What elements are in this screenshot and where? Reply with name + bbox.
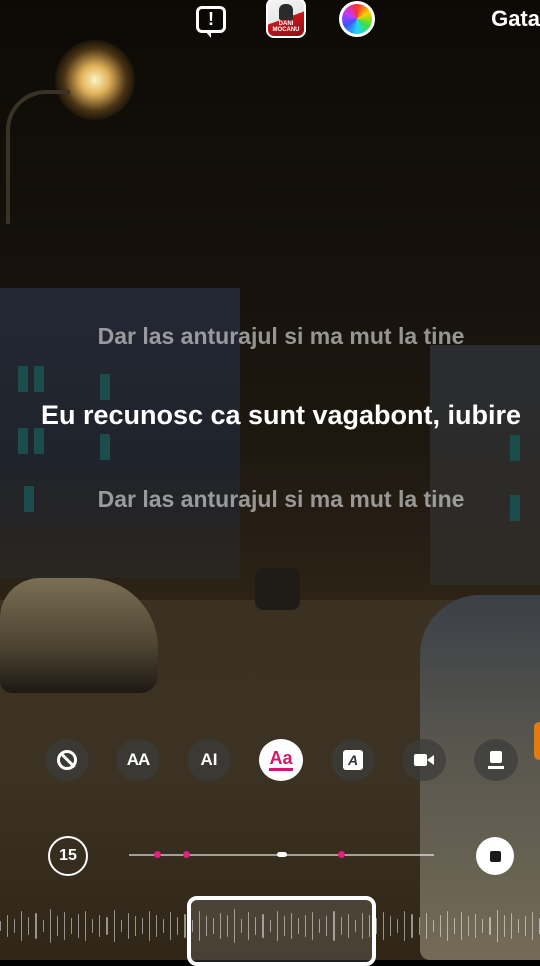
waveform-bar [404,911,406,941]
waveform-bar [49,909,51,943]
waveform-bar [120,920,122,932]
waveform-bar [446,911,448,941]
waveform-bar [63,912,65,940]
waveform-bar [517,919,519,933]
camera-icon [414,754,434,766]
waveform-bar [418,917,420,935]
right-building [430,345,540,585]
style-camera-button[interactable] [402,739,446,781]
waveform-bar [35,913,37,939]
done-button[interactable]: Gata [491,6,540,32]
waveform-bar [28,917,30,935]
lyrics-style-toolbar: AA AI Aa A [0,739,540,781]
top-bar: ! DANI MOCANU Gata [0,0,540,42]
waveform-bar [56,916,58,936]
waveform-bar [7,915,9,937]
style-typewriter-button[interactable]: AA [116,739,160,781]
waveform-bar [70,918,73,934]
waveform-bar [503,915,505,937]
waveform-bar [475,914,477,938]
waveform-bar [42,920,44,932]
style-card-button[interactable] [474,739,518,781]
lyric-line-previous[interactable]: Dar las anturajul si ma mut la tine [40,321,522,352]
style-none-button[interactable] [45,739,89,781]
waveform-bar [468,916,470,936]
waveform-bar [163,919,165,933]
waveform-bar [390,916,392,936]
card-icon [488,751,504,769]
waveform-bar [375,918,378,934]
waveform-bar [85,911,87,941]
audio-waveform-scrubber[interactable] [0,890,540,966]
waveform-bar [461,912,463,940]
waveform-bar [524,916,527,936]
waveform-bar [489,917,491,935]
waveform-bar [425,913,427,939]
waveform-bar [21,911,23,941]
waveform-bar [411,914,413,938]
album-figure [279,4,293,20]
no-style-icon [57,750,77,770]
waveform-bar [510,913,512,939]
waveform-bar [99,915,101,937]
selection-window[interactable] [187,896,376,966]
waveform-bar [148,911,151,941]
stop-icon [489,850,501,862]
song-timeline[interactable] [129,851,434,858]
waveform-bar [383,912,385,940]
waveform-bar [14,919,16,933]
waveform-bar [141,918,143,934]
album-cover-thumbnail[interactable]: DANI MOCANU [266,0,306,38]
lyric-line-current[interactable]: Eu recunosc ca sunt vagabont, iubire [40,397,522,433]
timeline-playhead[interactable] [277,852,287,857]
timeline-marker [183,851,190,858]
waveform-bar [177,917,179,935]
waveform-bar [532,912,534,940]
timeline-marker [338,851,345,858]
style-cursor-label: AI [200,750,218,769]
color-wheel-icon[interactable] [339,1,375,37]
timeline-marker [154,851,161,858]
waveform-bar [397,919,399,933]
waveform-bar [170,912,172,940]
style-boxed-label: A [343,750,363,770]
stop-button[interactable] [476,837,514,875]
waveform-bar [134,916,136,936]
waveform-bar [454,918,456,934]
waveform-bar [106,917,108,935]
exclamation-bubble-icon[interactable]: ! [192,0,230,38]
waveform-bar [127,913,129,939]
style-highlight-label: Aa [269,749,293,771]
waveform-bar [113,910,115,942]
side-drawer-tab[interactable] [534,722,540,760]
lamp-pole [6,90,70,224]
waveform-bar [92,919,94,933]
waveform-bar [78,914,80,938]
parked-car-left [0,578,158,693]
waveform-bar [482,919,484,933]
distant-car [255,568,300,610]
lyric-line-next[interactable]: Dar las anturajul si ma mut la tine [40,484,522,515]
clip-duration-button[interactable]: 15 [48,836,88,876]
style-cursor-button[interactable]: AI [187,739,231,781]
waveform-bar [184,914,186,938]
waveform-bar [432,920,434,932]
style-typewriter-label: AA [126,750,151,769]
album-text: DANI MOCANU [272,21,300,33]
waveform-bar [0,921,2,931]
waveform-bar [496,910,498,942]
background-photo [0,0,540,960]
waveform-bar [439,915,441,937]
style-boxed-button[interactable]: A [331,739,375,781]
style-highlight-button[interactable]: Aa [259,739,303,781]
waveform-bar [156,915,158,937]
